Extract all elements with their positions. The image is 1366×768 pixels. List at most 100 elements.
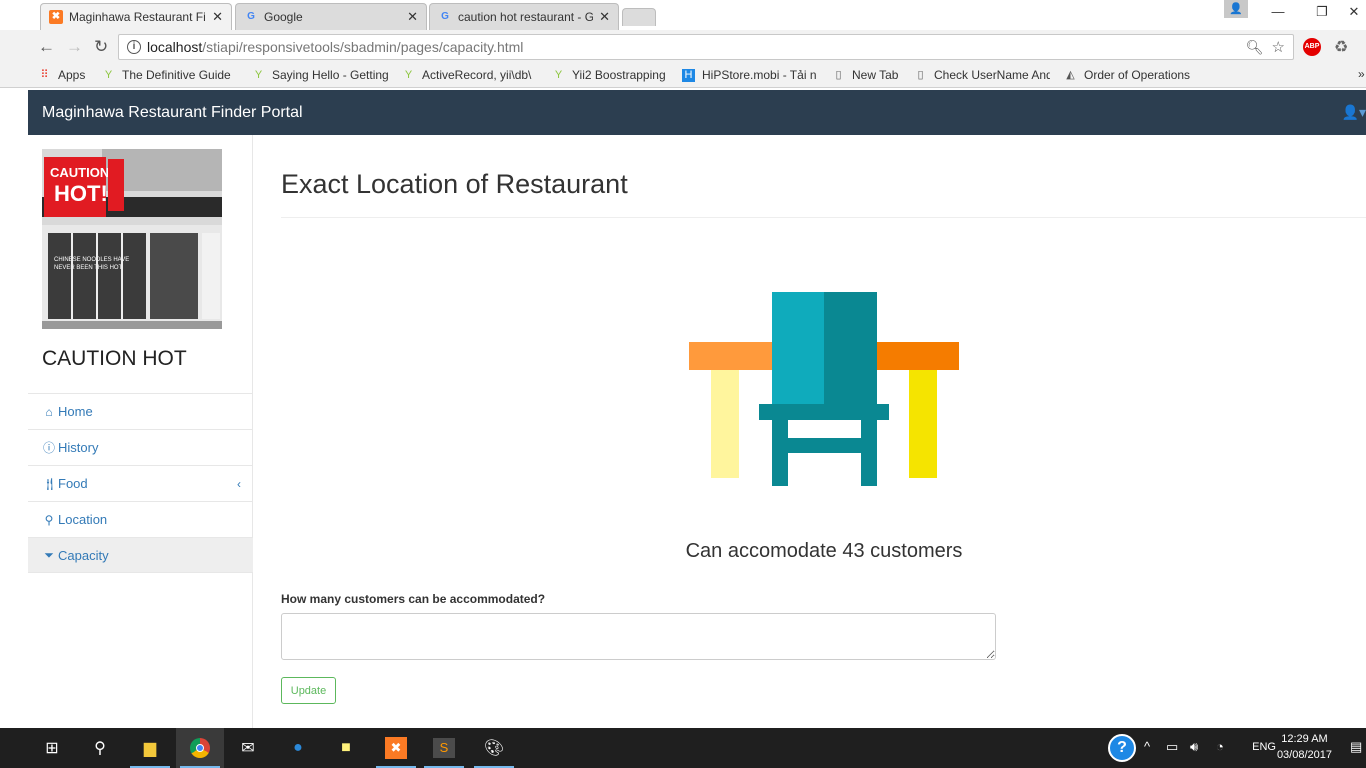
sidebar: CAUTION HOT! CHINESE NOODLES HAVE NEVER …: [28, 135, 253, 728]
bookmark-label: New Tab: [852, 68, 899, 82]
search-icon[interactable]: ⚲: [76, 728, 124, 768]
page-title: Exact Location of Restaurant: [281, 169, 628, 199]
home-icon: ⌂: [45, 404, 53, 419]
sidebar-item-capacity[interactable]: ⏷ Capacity: [28, 537, 253, 573]
sticky-notes-icon[interactable]: ■: [322, 728, 370, 768]
bookmark-hipstore[interactable]: H HiPStore.mobi - Tải n: [682, 68, 818, 82]
bookmark-yii2-bootstrapping[interactable]: Y Yii2 Boostrapping: [552, 68, 672, 82]
restaurant-photo: CAUTION HOT! CHINESE NOODLES HAVE NEVER …: [42, 149, 222, 329]
chair-table-image: [689, 254, 959, 524]
capacity-caption: Can accomodate 43 customers: [685, 540, 963, 562]
sidebar-item-location[interactable]: ⚲ Location: [28, 501, 253, 537]
tab-search[interactable]: G caution hot restaurant - Google Search…: [429, 3, 619, 30]
chevron-left-icon[interactable]: ‹: [237, 477, 241, 491]
hipstore-icon: H: [682, 68, 695, 82]
battery-icon[interactable]: ▭: [1166, 739, 1178, 755]
tab-google[interactable]: G Google ✕: [235, 3, 427, 30]
forward-icon[interactable]: →: [66, 37, 83, 57]
filter-icon: ⏷: [44, 547, 54, 562]
sidebar-item-history[interactable]: ⓘ History: [28, 429, 253, 465]
chevron-up-icon[interactable]: ^: [1144, 739, 1150, 754]
chrome-icon[interactable]: [176, 728, 224, 768]
paint-icon[interactable]: 🎨︎: [470, 728, 518, 768]
tab-title: Maginhawa Restaurant Finder Portal: [69, 10, 206, 24]
profile-icon[interactable]: 👤: [1224, 0, 1248, 18]
bookmark-label: The Definitive Guide: [122, 68, 231, 82]
bookmark-order-of-operations[interactable]: ◭ Order of Operations: [1064, 68, 1200, 82]
bookmark-new-tab[interactable]: ▯ New Tab: [832, 68, 906, 82]
page-icon: ▯: [835, 68, 842, 81]
windows-taskbar: ⊞ ⚲ ▆ ✉ ● ■ ✖ S 🎨︎ ? ^ ▭ 🔊︎ ◔ ENG 12:29 …: [0, 728, 1366, 768]
sidebar-item-label: Location: [58, 512, 108, 527]
zoom-icon[interactable]: 🔍︎: [1246, 39, 1264, 56]
xampp-icon[interactable]: ✖: [372, 728, 420, 768]
start-icon[interactable]: ⊞: [28, 728, 76, 768]
file-explorer-icon[interactable]: ▆: [126, 728, 174, 768]
sidebar-item-label: Food: [58, 476, 88, 491]
clock-date: 03/08/2017: [1276, 749, 1332, 761]
tab-maginhawa[interactable]: ✖ Maginhawa Restaurant Finder Portal ✕: [40, 3, 232, 30]
bookmark-check-username[interactable]: ▯ Check UserName And: [914, 68, 1050, 82]
sidebar-item-label: History: [58, 440, 99, 455]
navbar-brand[interactable]: Maginhawa Restaurant Finder Portal: [42, 104, 303, 122]
browser-toolbar: ← → ↻ i localhost/stiapi/responsivetools…: [0, 30, 1366, 64]
bookmark-definitive-guide[interactable]: Y The Definitive Guide: [102, 68, 238, 82]
yii-icon: Y: [104, 68, 113, 81]
bookmark-label: Check UserName And: [934, 68, 1050, 82]
yii-icon: Y: [254, 68, 263, 81]
mail-icon[interactable]: ✉: [224, 728, 272, 768]
bookmarks-more-icon[interactable]: »: [1358, 67, 1365, 81]
messaging-icon[interactable]: ●: [274, 728, 322, 768]
sublime-icon[interactable]: S: [420, 728, 468, 768]
reload-icon[interactable]: ↻: [94, 37, 108, 57]
sidebar-item-food[interactable]: 🍴︎ Food ‹: [28, 465, 253, 501]
math-icon: ◭: [1066, 68, 1075, 81]
help-icon[interactable]: ?: [1108, 734, 1136, 762]
bookmark-apps[interactable]: ⠿ Apps: [38, 68, 98, 82]
bookmark-activerecord[interactable]: Y ActiveRecord, yii\db\: [402, 68, 538, 82]
yii-icon: Y: [404, 68, 413, 81]
wifi-icon[interactable]: ◔: [1216, 739, 1224, 754]
google-icon: G: [247, 11, 255, 22]
restaurant-name: CAUTION HOT: [42, 347, 187, 370]
update-button[interactable]: Update: [281, 677, 336, 704]
clock[interactable]: 12:29 AM 03/08/2017: [1277, 731, 1332, 763]
language-indicator[interactable]: ENG: [1252, 741, 1276, 753]
xampp-icon: ✖: [49, 10, 63, 24]
sign-line1: CAUTION: [50, 165, 109, 180]
sign-line2: HOT!: [54, 181, 108, 206]
capacity-question-label: How many customers can be accommodated?: [281, 592, 546, 606]
bookmark-saying-hello[interactable]: Y Saying Hello - Getting: [252, 68, 388, 82]
window-text: CHINESE NOODLES HAVE: [54, 257, 129, 263]
cutlery-icon: 🍴︎: [42, 476, 58, 491]
minimize-icon[interactable]: —: [1258, 4, 1298, 19]
bookmark-label: HiPStore.mobi - Tải n: [702, 68, 817, 82]
svg-text:NEVER BEEN THIS HOT: NEVER BEEN THIS HOT: [54, 265, 123, 271]
sidebar-item-label: Home: [58, 404, 93, 419]
close-tab-icon[interactable]: ✕: [599, 9, 610, 25]
tab-title: Google: [264, 10, 303, 24]
volume-icon[interactable]: 🔊︎: [1190, 739, 1198, 755]
tab-title: caution hot restaurant - Google Search: [458, 10, 594, 24]
yii-icon: Y: [554, 68, 563, 81]
sidebar-item-home[interactable]: ⌂ Home: [28, 393, 253, 429]
close-tab-icon[interactable]: ✕: [212, 9, 223, 25]
user-icon[interactable]: 👤▾: [1342, 104, 1366, 121]
bookmark-label: Order of Operations: [1084, 68, 1191, 82]
back-icon[interactable]: ←: [38, 37, 55, 57]
close-window-icon[interactable]: ✕: [1334, 4, 1366, 20]
notifications-icon[interactable]: ▤: [1350, 739, 1362, 755]
url-path: /stiapi/responsivetools/sbadmin/pages/ca…: [202, 39, 524, 55]
close-tab-icon[interactable]: ✕: [407, 9, 418, 25]
capacity-input[interactable]: [281, 613, 996, 660]
extension-icon[interactable]: ♻: [1334, 37, 1348, 57]
new-tab-button[interactable]: [622, 8, 656, 26]
bookmark-label: Apps: [58, 68, 86, 82]
page-icon: ▯: [917, 68, 924, 81]
browser-tab-bar: ✖ Maginhawa Restaurant Finder Portal ✕ G…: [0, 0, 1366, 30]
info-icon[interactable]: i: [127, 40, 141, 54]
star-icon[interactable]: ☆: [1272, 38, 1285, 56]
bookmarks-bar: ⠿ Apps Y The Definitive Guide Y Saying Hell…: [0, 64, 1366, 88]
adblock-icon[interactable]: ABP: [1303, 38, 1321, 56]
address-bar[interactable]: i localhost/stiapi/responsivetools/sbadm…: [118, 34, 1294, 60]
